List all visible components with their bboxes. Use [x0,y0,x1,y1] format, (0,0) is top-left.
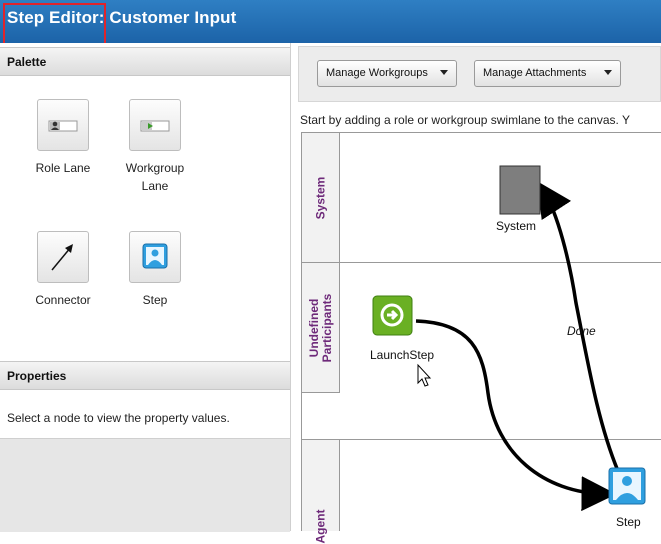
step-icon [129,231,181,283]
properties-panel-body [0,438,290,532]
launch-step-node-label: LaunchStep [370,348,435,362]
canvas-panel: Manage Workgroups Manage Attachments Sta… [298,43,661,544]
system-node[interactable] [499,165,541,215]
launch-step-node[interactable] [372,295,413,336]
connector-launch-to-step [415,319,617,512]
left-panel: Palette Role Lane Workgroup Lane Connect… [0,43,291,532]
role-lane-icon [37,99,89,151]
palette-label: Workgroup Lane [125,161,185,193]
palette-label: Connector [35,293,91,307]
workgroup-lane-icon [129,99,181,151]
properties-message: Select a node to view the property value… [7,411,230,425]
palette-header: Palette [0,47,290,76]
palette-item-connector[interactable]: Connector [33,231,93,309]
palette-item-workgroup-lane[interactable]: Workgroup Lane [115,99,195,195]
connector-label: Done [567,324,596,338]
palette-heading: Palette [7,55,47,69]
system-node-label: System [496,219,537,233]
palette-label: Step [142,293,168,307]
step-node-label: Step [616,515,641,529]
connector-icon [37,231,89,283]
title-bar: Step Editor: Customer Input [0,0,661,47]
palette-item-role-lane[interactable]: Role Lane [33,99,93,177]
properties-heading: Properties [7,369,67,383]
title-highlight-box [3,3,106,47]
step-node[interactable] [608,467,646,505]
palette-label: Role Lane [35,161,91,175]
properties-header: Properties [0,361,290,390]
flow-diagram [372,165,646,512]
mouse-cursor-icon [417,363,432,387]
palette-item-step[interactable]: Step [125,231,185,309]
